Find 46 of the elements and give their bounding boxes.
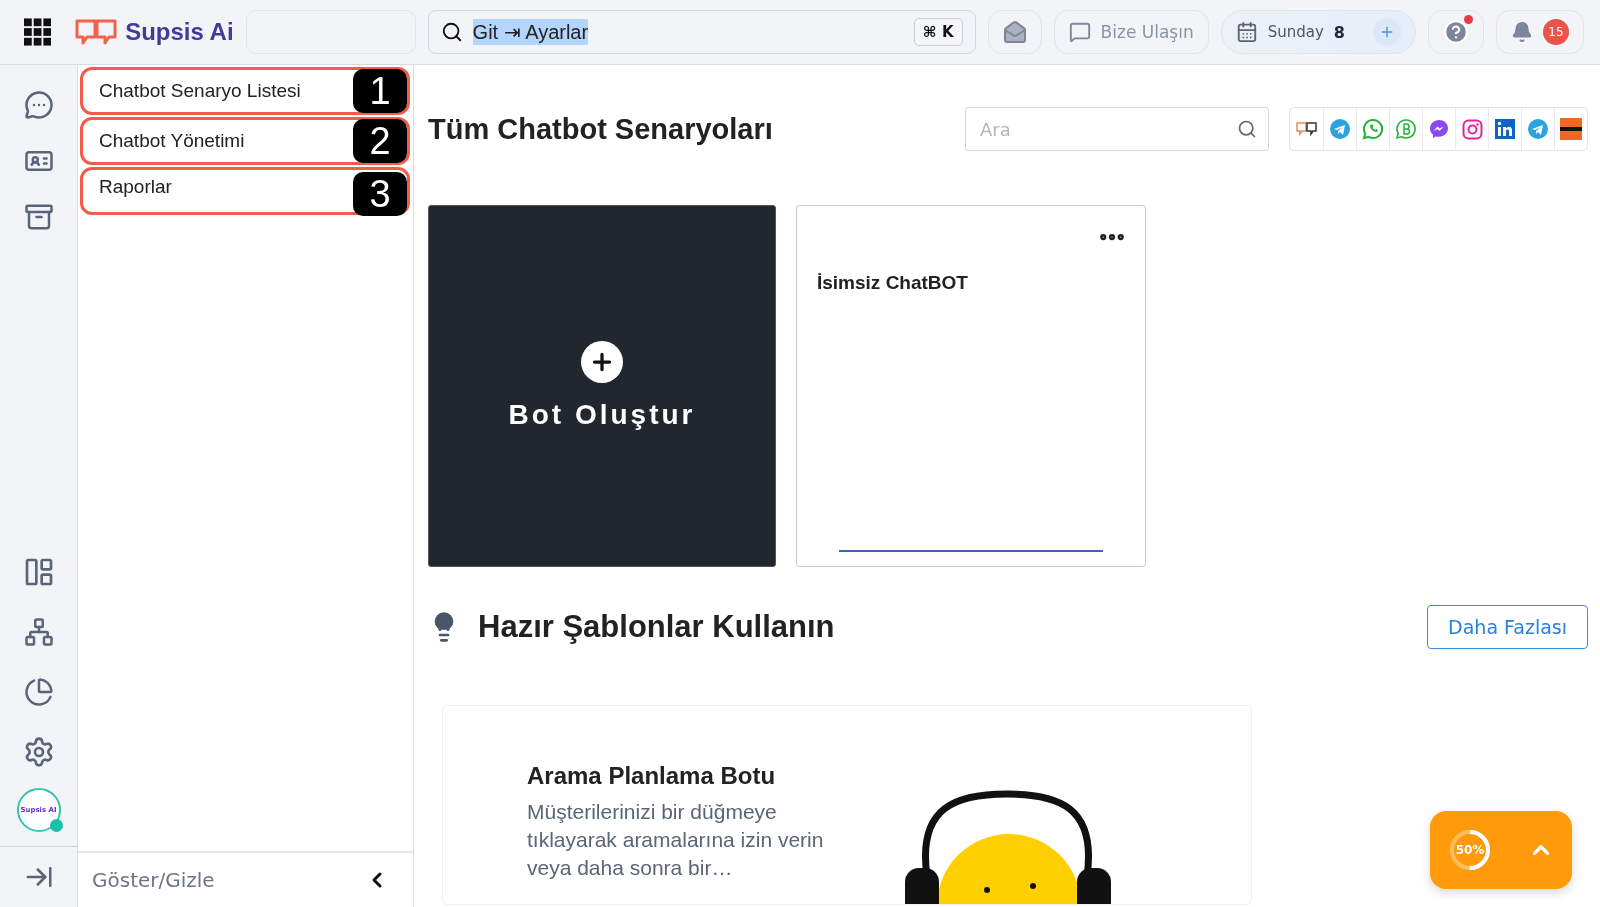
template-description: Müşterilerinizi bir düğmeye tıklayarak aramalarına izin verin veya daha sonra bir… xyxy=(527,799,825,881)
mail-button[interactable] xyxy=(987,10,1042,54)
help-button[interactable] xyxy=(1428,10,1484,54)
template-title: Arama Planlama Botu xyxy=(527,762,777,790)
notifications-button[interactable]: 15 xyxy=(1496,10,1584,54)
create-bot-card[interactable]: Bot Oluştur xyxy=(428,205,776,567)
step-number: 3 xyxy=(353,172,407,216)
in-logo-icon xyxy=(1495,119,1515,139)
plus-icon xyxy=(1379,24,1395,40)
search-icon xyxy=(1237,119,1257,139)
apps-grid-icon[interactable] xyxy=(24,18,52,46)
more-button[interactable]: Daha Fazlası xyxy=(1427,605,1588,649)
phone-bubble-icon xyxy=(1362,118,1384,140)
striped-tile-icon xyxy=(1560,118,1582,140)
paper-plane-icon xyxy=(1330,119,1350,139)
sidebar-item[interactable]: Chatbot Yönetimi 2 xyxy=(80,117,410,165)
step-number: 2 xyxy=(353,119,407,163)
camera-icon xyxy=(1461,118,1483,140)
mail-icon xyxy=(1002,20,1027,44)
sidebar-item[interactable]: Chatbot Senaryo Listesi 1 xyxy=(80,67,410,115)
progress-label: 50% xyxy=(1455,843,1485,857)
bot-name: İsimsiz ChatBOT xyxy=(817,272,968,293)
help-icon xyxy=(1443,18,1469,46)
section-title: Hazır Şablonlar Kullanın xyxy=(478,609,835,645)
search-icon xyxy=(440,21,463,43)
bot-card[interactable]: İsimsiz ChatBOT xyxy=(796,205,1146,567)
search-field[interactable]: Git ⇥ Ayarlar ⌘ K xyxy=(427,10,976,54)
search-field[interactable]: Ara xyxy=(965,107,1269,151)
template-card[interactable]: Arama Planlama Botu Müşterilerinizi bir düğmeye tıklayarak aramalarına izin verin veya daha sonra bir… xyxy=(442,705,1252,905)
step-number: 1 xyxy=(353,69,407,113)
paper-plane-icon xyxy=(1528,119,1548,139)
page-title: Tüm Chatbot Senaryoları xyxy=(428,112,773,146)
plus-icon xyxy=(581,341,623,383)
logo-text: Supsis Ai xyxy=(125,18,234,46)
speech-bubbles-icon xyxy=(75,17,120,47)
calendar-icon xyxy=(1235,21,1258,43)
notification-count: 15 xyxy=(1543,19,1569,45)
bell-icon xyxy=(1511,21,1533,43)
sidebar-item[interactable]: Raporlar 3 xyxy=(80,167,410,215)
calendar-pill[interactable]: Sunday 8 xyxy=(1220,10,1416,54)
message-icon xyxy=(1068,21,1091,43)
shortcut-key: ⌘ K xyxy=(913,18,963,46)
lightning-bubble-icon xyxy=(1428,118,1450,140)
toggle-label: Göster/Gizle xyxy=(92,868,215,892)
letter-b-bubble-icon xyxy=(1395,118,1417,140)
speech-bubbles-icon xyxy=(1294,121,1319,137)
